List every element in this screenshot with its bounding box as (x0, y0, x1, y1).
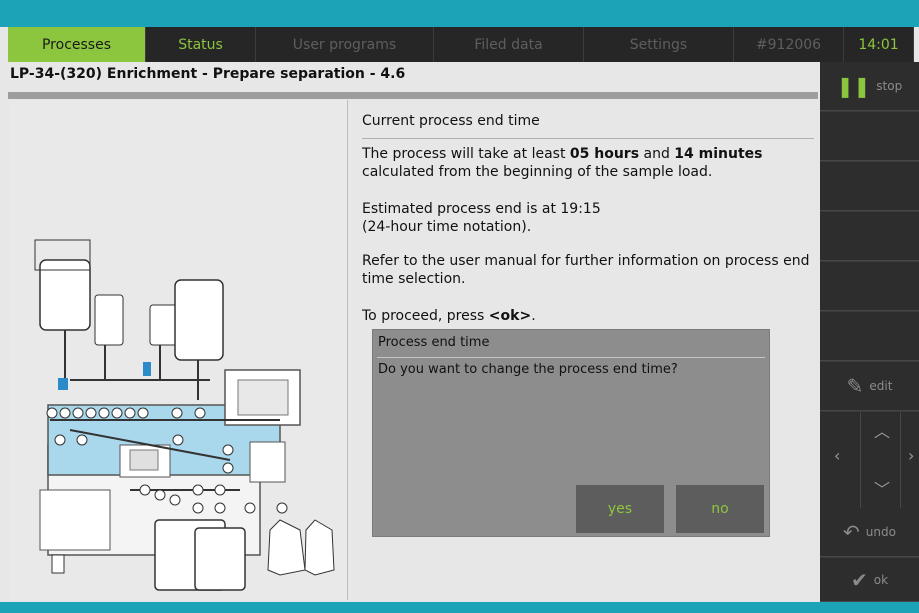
no-button[interactable]: no (676, 485, 764, 533)
tab-processes[interactable]: Processes (8, 27, 146, 62)
yes-button[interactable]: yes (576, 485, 664, 533)
hours-value: 05 hours (569, 146, 640, 162)
panel-header-bar (8, 92, 818, 99)
sidebar-empty-3 (820, 212, 919, 261)
tab-settings[interactable]: Settings (584, 27, 734, 62)
undo-icon: ↶ (843, 520, 860, 544)
edit-button[interactable]: ✎ edit (820, 362, 919, 411)
sidebar-empty-4 (820, 262, 919, 311)
manual-reference-text: Refer to the user manual for further inf… (362, 253, 810, 287)
process-end-time-dialog: Process end time Do you want to change t… (372, 329, 770, 537)
ok-button[interactable]: ✔ ok (820, 558, 919, 602)
top-bar (0, 0, 919, 27)
page-title: LP-34-(320) Enrichment - Prepare separat… (10, 66, 406, 82)
minutes-value: 14 minutes (674, 146, 763, 162)
clock: 14:01 (844, 27, 914, 62)
tubing-set-diagram (34, 239, 335, 591)
heading-divider (362, 138, 814, 139)
stop-button[interactable]: ❚❚ stop (820, 62, 919, 111)
device-id: #912006 (734, 27, 844, 62)
pause-icon: ❚❚ (836, 74, 871, 98)
sidebar-empty-5 (820, 312, 919, 361)
edit-icon: ✎ (846, 374, 864, 398)
sidebar-empty-2 (820, 162, 919, 211)
duration-text: The process will take at least 05 hours … (362, 146, 763, 180)
arrow-left-icon[interactable]: ‹ (834, 446, 840, 465)
main-tabs: Processes Status User programs Filed dat… (8, 27, 914, 62)
arrow-pad: ︿ ﹀ ‹ › (820, 412, 919, 508)
check-icon: ✔ (850, 567, 868, 592)
undo-button[interactable]: ↶ undo (820, 508, 919, 557)
tab-user-programs[interactable]: User programs (256, 27, 434, 62)
dialog-title: Process end time (378, 335, 490, 350)
tab-filed-data[interactable]: Filed data (434, 27, 584, 62)
tab-status[interactable]: Status (146, 27, 256, 62)
device-tubing-illustration (10, 100, 348, 600)
arrow-up-icon[interactable]: ︿ (874, 418, 890, 442)
arrow-right-icon[interactable]: › (908, 446, 914, 465)
bottom-bar (0, 602, 919, 613)
dialog-message: Do you want to change the process end ti… (378, 362, 678, 377)
arrow-down-icon[interactable]: ﹀ (874, 476, 890, 500)
text-panel: Current process end time The process wil… (348, 100, 818, 600)
estimated-end-text: Estimated process end is at 19:15 (24-hou… (362, 201, 601, 235)
sidebar-empty-1 (820, 112, 919, 161)
proceed-instruction: To proceed, press <ok>. (362, 308, 536, 324)
section-heading: Current process end time (362, 113, 540, 129)
action-sidebar: ❚❚ stop ✎ edit ︿ ﹀ ‹ › ↶ undo ✔ ok (820, 62, 919, 602)
dialog-divider (377, 357, 765, 358)
